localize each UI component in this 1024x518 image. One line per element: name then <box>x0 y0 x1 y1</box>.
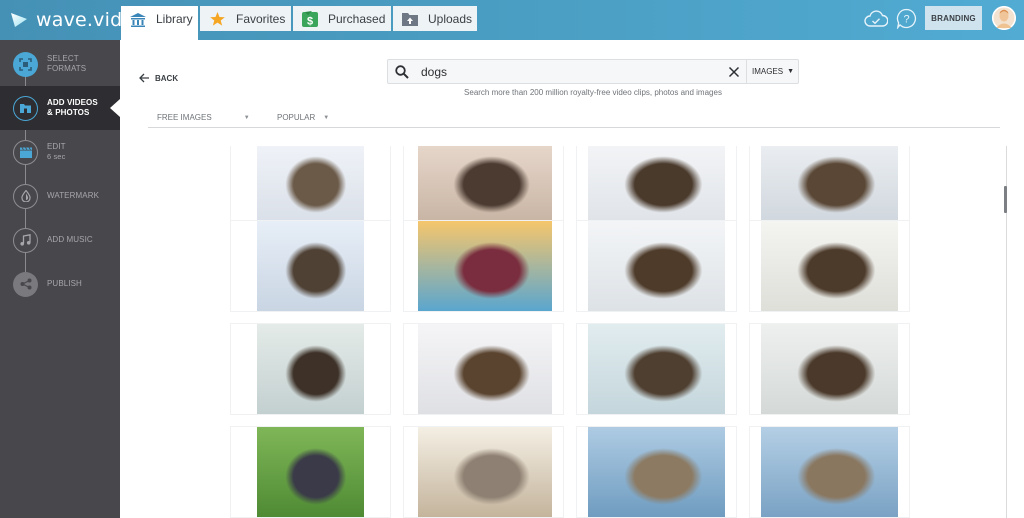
result-card[interactable] <box>230 146 391 226</box>
share-icon <box>13 271 38 297</box>
arrow-left-icon <box>139 73 149 83</box>
result-thumbnail <box>257 221 364 311</box>
chevron-down-icon: ▼ <box>243 114 250 121</box>
step-publish[interactable]: PUBLISH <box>0 262 120 306</box>
result-thumbnail <box>761 221 898 311</box>
drop-icon <box>13 183 38 209</box>
results-grid <box>148 146 1000 518</box>
result-card[interactable] <box>749 146 910 226</box>
tab-favorites[interactable]: Favorites <box>200 6 291 31</box>
library-icon <box>130 12 146 28</box>
result-card[interactable] <box>230 426 391 518</box>
result-thumbnail <box>761 427 898 517</box>
cloud-sync-button[interactable] <box>864 9 889 29</box>
result-card[interactable] <box>576 426 737 518</box>
step-publish-label: PUBLISH <box>47 279 82 288</box>
active-step-pointer <box>110 99 120 117</box>
star-icon <box>209 11 226 27</box>
music-icon <box>13 227 38 253</box>
step-edit-label: EDIT 6 sec <box>47 142 66 161</box>
sort-value: POPULAR <box>277 113 316 122</box>
result-thumbnail <box>418 221 552 311</box>
result-card[interactable] <box>230 220 391 312</box>
search-input[interactable] <box>421 63 721 81</box>
upload-folder-icon <box>402 11 418 27</box>
step-select-formats-label: SELECT FORMATS <box>47 54 87 73</box>
tab-purchased-label: Purchased <box>328 11 386 26</box>
result-card[interactable] <box>576 323 737 415</box>
step-watermark-label: WATERMARK <box>47 191 100 200</box>
help-icon: ? <box>896 8 917 30</box>
sort-dropdown[interactable]: POPULAR ▼ <box>277 113 329 122</box>
result-thumbnail <box>418 146 552 225</box>
cloud-check-icon <box>864 10 889 27</box>
result-card[interactable] <box>403 323 564 415</box>
step-watermark[interactable]: WATERMARK <box>0 174 120 218</box>
chevron-down-icon: ▼ <box>787 68 795 75</box>
user-avatar[interactable] <box>992 6 1016 30</box>
result-card[interactable] <box>749 323 910 415</box>
tab-favorites-label: Favorites <box>236 11 286 26</box>
result-thumbnail <box>761 146 898 225</box>
step-add-videos-photos-label: ADD VIDEOS & PHOTOS <box>47 98 98 117</box>
search-bar: IMAGES ▼ <box>387 59 799 84</box>
branding-button[interactable]: BRANDING <box>925 6 982 30</box>
chevron-down-icon: ▼ <box>323 114 330 121</box>
svg-text:?: ? <box>903 14 909 26</box>
result-thumbnail <box>588 146 725 225</box>
search-icon <box>395 65 409 79</box>
result-thumbnail <box>588 324 725 414</box>
help-button[interactable]: ? <box>896 8 917 30</box>
license-filter-value: FREE IMAGES <box>157 113 212 122</box>
result-thumbnail <box>588 221 725 311</box>
result-card[interactable] <box>403 220 564 312</box>
formats-icon <box>13 51 38 77</box>
workflow-sidebar: SELECT FORMATS ADD VIDEOS & PHOTOS EDIT … <box>0 40 120 518</box>
clear-search-icon[interactable] <box>728 66 740 78</box>
library-tabs: Library Favorites $ Purchased Uploads <box>121 6 479 40</box>
result-thumbnail <box>761 324 898 414</box>
back-label: BACK <box>155 73 179 83</box>
result-thumbnail <box>418 427 552 517</box>
svg-text:$: $ <box>307 15 313 27</box>
tab-library[interactable]: Library <box>121 6 198 40</box>
result-thumbnail <box>257 146 364 225</box>
result-card[interactable] <box>749 220 910 312</box>
tab-uploads[interactable]: Uploads <box>393 6 477 31</box>
search-hint: Search more than 200 million royalty-fre… <box>464 88 722 97</box>
filter-divider <box>148 127 1000 128</box>
top-bar: wave.video Library Favorites $ Purchased… <box>0 0 1024 40</box>
play-logo-icon <box>11 13 27 27</box>
back-button[interactable]: BACK <box>138 72 178 84</box>
step-add-music[interactable]: ADD MUSIC <box>0 218 120 262</box>
clapper-icon <box>13 139 38 165</box>
tab-uploads-label: Uploads <box>428 11 473 26</box>
step-select-formats[interactable]: SELECT FORMATS <box>0 42 120 86</box>
result-thumbnail <box>418 324 552 414</box>
result-thumbnail <box>588 427 725 517</box>
tab-purchased[interactable]: $ Purchased <box>293 6 391 31</box>
scrollbar-thumb[interactable] <box>1004 186 1007 213</box>
license-filter-dropdown[interactable]: FREE IMAGES ▼ <box>157 113 250 122</box>
step-add-music-label: ADD MUSIC <box>47 235 93 244</box>
edit-duration: 6 sec <box>47 152 66 161</box>
step-add-videos-photos[interactable]: ADD VIDEOS & PHOTOS <box>0 86 120 130</box>
folder-icon <box>13 95 38 121</box>
media-type-value: IMAGES <box>751 67 784 76</box>
media-type-dropdown[interactable]: IMAGES ▼ <box>746 60 799 83</box>
tab-library-label: Library <box>156 12 193 26</box>
dollar-icon: $ <box>302 10 318 27</box>
result-card[interactable] <box>576 146 737 226</box>
step-edit[interactable]: EDIT 6 sec <box>0 130 120 174</box>
avatar-face-icon <box>992 6 1016 30</box>
result-thumbnail <box>257 324 364 414</box>
result-thumbnail <box>257 427 364 517</box>
result-card[interactable] <box>576 220 737 312</box>
result-card[interactable] <box>749 426 910 518</box>
result-card[interactable] <box>230 323 391 415</box>
result-card[interactable] <box>403 426 564 518</box>
result-card[interactable] <box>403 146 564 226</box>
